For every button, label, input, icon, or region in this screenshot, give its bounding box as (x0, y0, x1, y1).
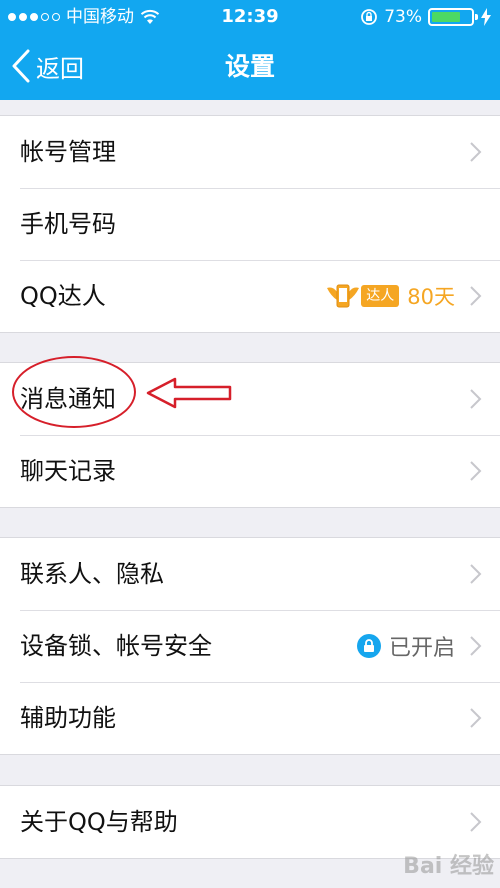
row-label: 关于QQ与帮助 (20, 808, 178, 836)
lock-icon (356, 634, 381, 658)
row-account-manage[interactable]: 帐号管理 (0, 116, 500, 188)
chevron-right-icon (470, 636, 482, 656)
row-label: QQ达人 (20, 282, 106, 310)
row-message-notify[interactable]: 消息通知 (0, 363, 500, 435)
row-qq-daren[interactable]: QQ达人 达人 80天 (0, 260, 500, 332)
status-bar: 中国移动 12:39 73% (0, 0, 500, 34)
row-label: 辅助功能 (20, 704, 116, 732)
status-right: 73% (360, 0, 492, 34)
row-label: 联系人、隐私 (20, 560, 164, 588)
watermark: Bai 经验 (403, 854, 494, 879)
row-device-lock[interactable]: 设备锁、帐号安全 已开启 (0, 610, 500, 682)
winged-phone-icon (327, 284, 360, 308)
nav-bar: 设置 返回 (0, 34, 500, 100)
section-account: 帐号管理 手机号码 QQ达人 达人 80天 (0, 115, 500, 333)
rotation-lock-icon (361, 9, 378, 25)
battery-icon (428, 8, 478, 26)
daren-badge-text: 达人 (361, 285, 400, 307)
header: 中国移动 12:39 73% 设置 返回 (0, 0, 500, 100)
battery-fill (432, 12, 460, 22)
back-button[interactable]: 返回 (10, 46, 84, 86)
device-lock-status-text: 已开启 (388, 636, 455, 661)
row-phone-number[interactable]: 手机号码 (0, 188, 500, 260)
chevron-right-icon (470, 708, 482, 728)
back-label: 返回 (36, 54, 84, 83)
chevron-right-icon (470, 564, 482, 584)
row-label: 帐号管理 (20, 138, 116, 166)
row-label: 聊天记录 (20, 457, 116, 485)
chevron-right-icon (470, 461, 482, 481)
chevron-right-icon (470, 812, 482, 832)
row-label: 设备锁、帐号安全 (20, 632, 212, 660)
section-notify: 消息通知 聊天记录 (0, 362, 500, 508)
chevron-right-icon (470, 142, 482, 162)
row-label: 手机号码 (20, 210, 116, 238)
section-privacy: 联系人、隐私 设备锁、帐号安全 已开启 辅助功能 (0, 537, 500, 755)
chevron-left-icon (12, 49, 30, 83)
chevron-right-icon (470, 389, 482, 409)
row-chat-history[interactable]: 聊天记录 (0, 435, 500, 507)
daren-info: 达人 80天 (325, 260, 455, 332)
chevron-right-icon (470, 286, 482, 306)
device-lock-status: 已开启 (356, 610, 455, 682)
row-contacts-privacy[interactable]: 联系人、隐私 (0, 538, 500, 610)
daren-badge: 达人 (325, 283, 400, 309)
row-accessibility[interactable]: 辅助功能 (0, 682, 500, 754)
row-label: 消息通知 (20, 385, 116, 413)
daren-days: 80天 (407, 285, 455, 309)
battery-percent: 73% (384, 7, 422, 27)
charging-icon (481, 8, 491, 26)
